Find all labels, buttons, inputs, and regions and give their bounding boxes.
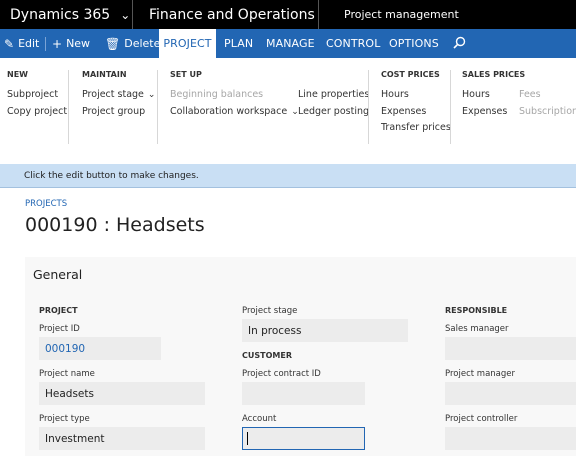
project-manager-field[interactable] xyxy=(445,382,576,405)
general-fasttab: General PROJECT Project ID 000190 Projec… xyxy=(25,257,576,456)
project-name-field[interactable]: Headsets xyxy=(39,382,205,405)
edit-button[interactable]: ✎ Edit xyxy=(4,29,39,58)
divider xyxy=(45,37,46,51)
tab-project[interactable]: PROJECT xyxy=(159,29,216,58)
cost-expenses-button[interactable]: Expenses xyxy=(381,106,426,117)
trash-icon: 🗑 xyxy=(105,36,121,51)
delete-label: Delete xyxy=(124,37,161,50)
module-name[interactable]: Finance and Operations xyxy=(133,0,319,29)
beginning-balances-button[interactable]: Beginning balances xyxy=(170,89,263,100)
project-id-field[interactable]: 000190 xyxy=(39,337,161,360)
project-stage-label: Project stage xyxy=(82,89,144,100)
project-controller-label: Project controller xyxy=(445,414,518,424)
search-icon xyxy=(453,36,466,52)
sales-expenses-button[interactable]: Expenses xyxy=(462,106,507,117)
plus-icon: + xyxy=(52,36,63,51)
search-button[interactable] xyxy=(453,29,466,58)
project-name-label: Project name xyxy=(39,369,95,379)
app-name: Dynamics 365 xyxy=(10,6,111,23)
project-stage-field[interactable]: In process xyxy=(242,319,408,342)
responsible-section-title: RESPONSIBLE xyxy=(445,306,508,315)
ribbon: NEW Subproject Copy project MAINTAIN Pro… xyxy=(0,58,576,164)
page-title: 000190 : Headsets xyxy=(25,214,205,236)
project-group-button[interactable]: Project group xyxy=(82,106,145,117)
project-id-label: Project ID xyxy=(39,324,80,334)
ribbon-group-new-title: NEW xyxy=(7,70,28,79)
account-input[interactable] xyxy=(242,427,365,450)
collaboration-workspace-label: Collaboration workspace xyxy=(170,106,288,117)
sales-manager-field[interactable] xyxy=(445,337,576,360)
divider xyxy=(157,70,158,144)
account-label: Account xyxy=(242,414,277,424)
transfer-prices-button[interactable]: Transfer prices xyxy=(381,122,451,133)
edit-label: Edit xyxy=(18,37,40,50)
project-section-title: PROJECT xyxy=(39,306,78,315)
delete-button[interactable]: 🗑 Delete xyxy=(105,29,160,58)
ribbon-group-maintain-title: MAINTAIN xyxy=(82,70,127,79)
pencil-icon: ✎ xyxy=(4,36,15,51)
ribbon-group-setup-title: SET UP xyxy=(170,70,202,79)
tab-control[interactable]: CONTROL xyxy=(326,29,380,58)
tab-plan[interactable]: PLAN xyxy=(224,29,253,58)
subproject-button[interactable]: Subproject xyxy=(7,89,58,100)
project-controller-field[interactable] xyxy=(445,427,576,450)
sales-manager-label: Sales manager xyxy=(445,324,509,334)
top-bar: Dynamics 365 ⌄ Finance and Operations Pr… xyxy=(0,0,576,29)
copy-project-button[interactable]: Copy project xyxy=(7,106,67,117)
divider xyxy=(68,70,69,144)
project-type-field[interactable]: Investment xyxy=(39,427,205,450)
action-bar: ✎ Edit + New 🗑 Delete PROJECT PLAN MANAG… xyxy=(0,29,576,58)
message-bar: Click the edit button to make changes. xyxy=(0,164,576,188)
text-cursor xyxy=(247,432,248,445)
ledger-posting-button[interactable]: Ledger posting xyxy=(298,106,369,117)
app-switcher[interactable]: Dynamics 365 ⌄ xyxy=(0,0,133,29)
project-manager-label: Project manager xyxy=(445,369,515,379)
general-header[interactable]: General xyxy=(33,267,82,282)
project-contract-field[interactable] xyxy=(242,382,365,405)
message-text: Click the edit button to make changes. xyxy=(24,170,199,181)
new-label: New xyxy=(66,37,91,50)
cost-hours-button[interactable]: Hours xyxy=(381,89,409,100)
tab-manage[interactable]: MANAGE xyxy=(266,29,315,58)
fees-button[interactable]: Fees xyxy=(519,89,541,100)
collaboration-workspace-button[interactable]: Collaboration workspace ⌄ xyxy=(170,106,299,117)
project-type-label: Project type xyxy=(39,414,90,424)
project-stage-label: Project stage xyxy=(242,306,298,316)
project-stage-button[interactable]: Project stage ⌄ xyxy=(82,89,155,100)
ribbon-group-cost-prices-title: COST PRICES xyxy=(381,70,440,79)
customer-section-title: CUSTOMER xyxy=(242,351,292,360)
new-button[interactable]: + New xyxy=(52,29,90,58)
project-contract-label: Project contract ID xyxy=(242,369,321,379)
sales-hours-button[interactable]: Hours xyxy=(462,89,490,100)
chevron-down-icon: ⌄ xyxy=(147,90,156,100)
line-properties-button[interactable]: Line properties xyxy=(298,89,369,100)
breadcrumb[interactable]: PROJECTS xyxy=(25,199,67,209)
divider xyxy=(368,70,369,144)
ribbon-group-sales-prices-title: SALES PRICES xyxy=(462,70,526,79)
chevron-down-icon: ⌄ xyxy=(120,7,131,22)
workspace-name: Project management xyxy=(344,8,459,21)
subscriptions-button[interactable]: Subscriptions xyxy=(519,106,576,117)
divider xyxy=(450,70,451,144)
tab-options[interactable]: OPTIONS xyxy=(389,29,439,58)
